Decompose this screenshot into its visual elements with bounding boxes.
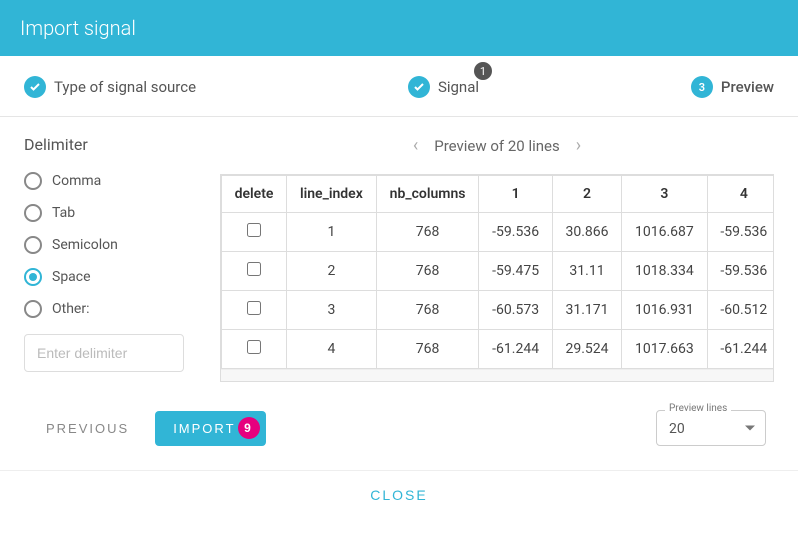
- delimiter-title: Delimiter: [24, 135, 210, 154]
- radio-icon: [24, 204, 42, 222]
- col-delete: delete: [222, 176, 287, 213]
- cell-nb-columns: 768: [376, 291, 479, 330]
- delete-checkbox[interactable]: [247, 340, 261, 354]
- step-label: Type of signal source: [54, 78, 196, 96]
- cell-2: 31.171: [552, 291, 621, 330]
- import-label: IMPORT: [173, 421, 235, 436]
- radio-semicolon[interactable]: Semicolon: [24, 236, 210, 254]
- preview-panel: ‹ Preview of 20 lines › delete line_inde…: [220, 135, 774, 382]
- radio-other[interactable]: Other:: [24, 300, 210, 318]
- step-type-of-signal-source[interactable]: Type of signal source: [24, 76, 196, 98]
- table-row: 1768-59.53630.8661016.687-59.536: [222, 213, 775, 252]
- preview-table-scroll[interactable]: delete line_index nb_columns 1 2 3 4 176…: [220, 174, 774, 382]
- close-button[interactable]: CLOSE: [370, 487, 427, 503]
- radio-icon: [24, 236, 42, 254]
- cell-2: 31.11: [552, 252, 621, 291]
- previous-button[interactable]: PREVIOUS: [32, 411, 143, 446]
- delete-cell: [222, 291, 287, 330]
- table-row: 3768-60.57331.1711016.931-60.512: [222, 291, 775, 330]
- delete-cell: [222, 252, 287, 291]
- delete-checkbox[interactable]: [247, 223, 261, 237]
- radio-label: Other:: [52, 301, 89, 317]
- cell-1: -59.475: [479, 252, 552, 291]
- radio-icon: [24, 172, 42, 190]
- cell-line-index: 3: [287, 291, 377, 330]
- radio-tab[interactable]: Tab: [24, 204, 210, 222]
- import-button[interactable]: IMPORT 9: [155, 411, 265, 446]
- table-row: 4768-61.24429.5241017.663-61.244: [222, 330, 775, 369]
- radio-space[interactable]: Space: [24, 268, 210, 286]
- signal-count-badge: 1: [474, 62, 492, 80]
- chevron-left-icon[interactable]: ‹: [413, 135, 418, 156]
- cell-3: 1016.687: [622, 213, 707, 252]
- horizontal-scrollbar[interactable]: [221, 369, 773, 381]
- preview-lines-label: Preview lines: [665, 403, 731, 414]
- cell-1: -61.244: [479, 330, 552, 369]
- step-preview[interactable]: 3 Preview: [691, 76, 774, 98]
- cell-nb-columns: 768: [376, 330, 479, 369]
- col-4: 4: [707, 176, 774, 213]
- col-line-index: line_index: [287, 176, 377, 213]
- delete-checkbox[interactable]: [247, 301, 261, 315]
- cell-3: 1018.334: [622, 252, 707, 291]
- cell-2: 30.866: [552, 213, 621, 252]
- radio-comma[interactable]: Comma: [24, 172, 210, 190]
- cell-nb-columns: 768: [376, 252, 479, 291]
- step-signal[interactable]: Signal 1: [408, 76, 479, 98]
- radio-label: Space: [52, 269, 91, 285]
- delimiter-input[interactable]: [24, 334, 184, 372]
- cell-4: -59.536: [707, 252, 774, 291]
- close-bar: CLOSE: [0, 470, 798, 520]
- radio-label: Comma: [52, 173, 101, 189]
- stepper: Type of signal source Signal 1 3 Preview: [0, 56, 798, 117]
- radio-icon: [24, 268, 42, 286]
- dialog-header: Import signal: [0, 0, 798, 56]
- preview-title: Preview of 20 lines: [434, 137, 559, 155]
- cell-2: 29.524: [552, 330, 621, 369]
- import-count-badge: 9: [238, 417, 260, 439]
- radio-icon: [24, 300, 42, 318]
- chevron-right-icon[interactable]: ›: [576, 135, 581, 156]
- radio-label: Tab: [52, 205, 75, 221]
- cell-3: 1016.931: [622, 291, 707, 330]
- cell-3: 1017.663: [622, 330, 707, 369]
- check-icon: [408, 76, 430, 98]
- cell-line-index: 1: [287, 213, 377, 252]
- chevron-down-icon: [745, 426, 755, 431]
- delete-cell: [222, 330, 287, 369]
- delete-checkbox[interactable]: [247, 262, 261, 276]
- step-label: Preview: [721, 78, 774, 96]
- col-2: 2: [552, 176, 621, 213]
- preview-table: delete line_index nb_columns 1 2 3 4 176…: [221, 175, 774, 369]
- cell-1: -60.573: [479, 291, 552, 330]
- cell-line-index: 2: [287, 252, 377, 291]
- preview-lines-select[interactable]: Preview lines 20: [656, 410, 766, 446]
- radio-label: Semicolon: [52, 237, 118, 253]
- col-3: 3: [622, 176, 707, 213]
- col-nb-columns: nb_columns: [376, 176, 479, 213]
- check-icon: [24, 76, 46, 98]
- delimiter-panel: Delimiter Comma Tab Semicolon Space Othe…: [24, 135, 220, 382]
- delete-cell: [222, 213, 287, 252]
- step-label: Signal: [438, 78, 479, 96]
- cell-nb-columns: 768: [376, 213, 479, 252]
- cell-4: -61.244: [707, 330, 774, 369]
- cell-4: -60.512: [707, 291, 774, 330]
- cell-line-index: 4: [287, 330, 377, 369]
- cell-4: -59.536: [707, 213, 774, 252]
- step-number-icon: 3: [691, 76, 713, 98]
- cell-1: -59.536: [479, 213, 552, 252]
- preview-lines-value: 20: [669, 421, 685, 437]
- footer: PREVIOUS IMPORT 9 Preview lines 20: [0, 388, 798, 466]
- col-1: 1: [479, 176, 552, 213]
- dialog-title: Import signal: [20, 16, 136, 40]
- table-row: 2768-59.47531.111018.334-59.536: [222, 252, 775, 291]
